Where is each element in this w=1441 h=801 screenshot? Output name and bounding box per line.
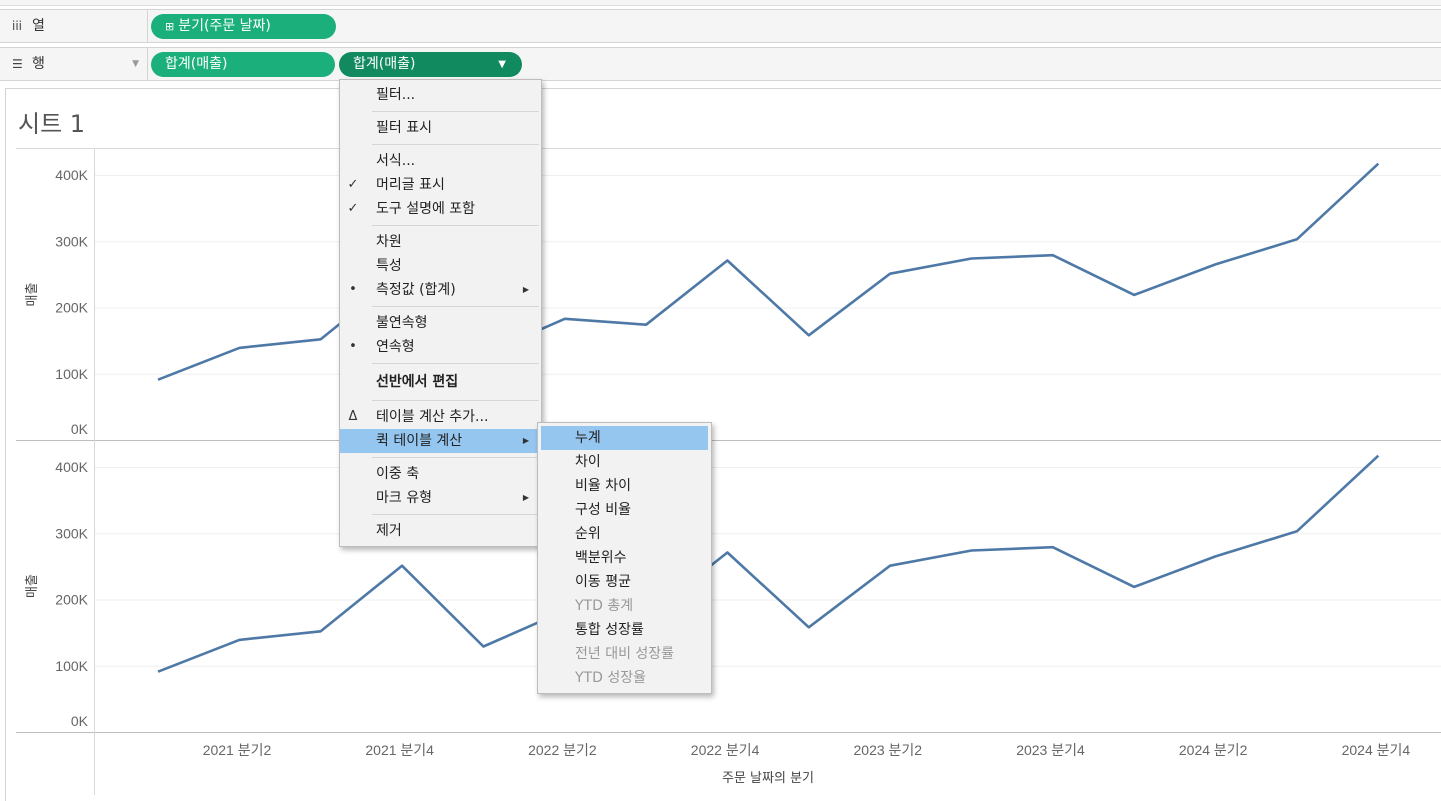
y-tick-label: 300K [55,233,88,249]
checkmark-icon: ✓ [347,201,359,216]
quick-table-calculation-submenu: 누계 차이 비율 차이 구성 비율 순위 백분위수 이동 평균 YTD 총계 통… [537,422,712,694]
submenu-item-ytd-total: YTD 총계 [575,598,634,614]
menu-separator [372,111,539,112]
menu-item-show-header[interactable]: ✓ 머리글 표시 [340,173,541,197]
pill-context-menu: 필터... 필터 표시 서식... ✓ 머리글 표시 ✓ 도구 설명에 포함 차원 … [339,79,542,547]
x-tick-label: 2022 분기4 [691,742,760,758]
menu-separator [372,514,539,515]
menu-item-continuous[interactable]: • 연속형 [340,335,541,359]
submenu-item-percent-difference[interactable]: 비율 차이 [541,474,708,498]
menu-item-include-in-tooltip[interactable]: ✓ 도구 설명에 포함 [340,197,541,221]
submenu-item-rank[interactable]: 순위 [541,522,708,546]
y-axis-title: 매출 [25,283,40,307]
y-tick-label: 200K [55,300,88,316]
menu-item-add-table-calculation[interactable]: Δ 테이블 계산 추가... [340,405,541,429]
x-axis-title: 주문 날짜의 분기 [722,771,814,786]
bullet-icon: • [349,339,357,354]
menu-item-measure[interactable]: • 측정값 (합계) ▶ [340,278,541,302]
menu-separator [372,363,539,364]
bullet-icon: • [349,282,357,297]
submenu-item-percent-of-total[interactable]: 구성 비율 [541,498,708,522]
menu-separator [372,225,539,226]
x-tick-label: 2023 분기2 [854,742,923,758]
menu-item-discrete[interactable]: 불연속형 [340,311,541,335]
submenu-arrow-icon: ▶ [522,493,529,502]
menu-item-mark-type[interactable]: 마크 유형 ▶ [340,486,541,510]
submenu-item-percentile[interactable]: 백분위수 [541,546,708,570]
x-tick-label: 2022 분기2 [528,742,597,758]
menu-item-dimension[interactable]: 차원 [340,230,541,254]
menu-separator [372,144,539,145]
y-tick-label: 300K [55,525,88,541]
submenu-item-running-total[interactable]: 누계 [541,426,708,450]
menu-item-remove[interactable]: 제거 [340,519,541,543]
y-tick-label: 100K [55,658,88,674]
y-tick-label: 400K [55,167,88,183]
y-tick-label: 0K [71,713,89,729]
menu-item-dual-axis[interactable]: 이중 축 [340,462,541,486]
y-tick-label: 0K [71,421,89,437]
menu-separator [372,400,539,401]
menu-item-show-filter[interactable]: 필터 표시 [340,116,541,140]
menu-item-format[interactable]: 서식... [340,149,541,173]
menu-item-filter[interactable]: 필터... [340,83,541,107]
x-tick-label: 2023 분기4 [1016,742,1085,758]
y-tick-label: 100K [55,366,88,382]
submenu-item-difference[interactable]: 차이 [541,450,708,474]
submenu-item-year-over-year-growth: 전년 대비 성장률 [575,646,675,662]
menu-separator [372,457,539,458]
submenu-arrow-icon: ▶ [522,436,529,445]
menu-item-edit-in-shelf[interactable]: 선반에서 편집 [340,368,541,396]
menu-item-quick-table-calculation[interactable]: 퀵 테이블 계산 ▶ [340,429,541,453]
y-axis-title: 매출 [25,574,40,598]
line-chart: 0K 100K 200K 300K 400K 매출 0K 100K 200K 300K 400K 매출… [16,148,1441,795]
menu-item-attribute[interactable]: 특성 [340,254,541,278]
checkmark-icon: ✓ [347,177,359,192]
delta-icon: Δ [348,409,358,424]
submenu-arrow-icon: ▶ [522,285,529,294]
submenu-item-compound-growth-rate[interactable]: 통합 성장률 [541,618,708,642]
x-tick-label: 2021 분기4 [365,742,434,758]
submenu-item-moving-average[interactable]: 이동 평균 [541,570,708,594]
x-tick-label: 2024 분기2 [1179,742,1248,758]
x-tick-label: 2024 분기4 [1342,742,1411,758]
x-tick-label: 2021 분기2 [203,742,272,758]
y-tick-label: 400K [55,459,88,475]
menu-separator [372,306,539,307]
y-tick-label: 200K [55,592,88,608]
submenu-item-ytd-growth: YTD 성장율 [575,670,646,686]
